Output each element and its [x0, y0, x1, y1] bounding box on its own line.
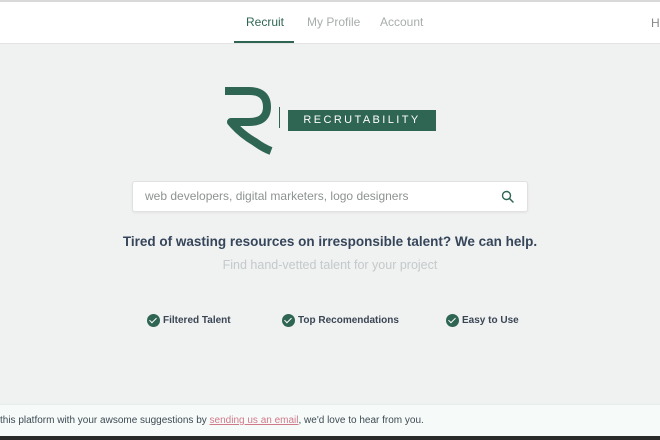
feedback-text-before: this platform with your awsome suggestio… [0, 415, 210, 426]
check-circle-icon [282, 314, 295, 327]
feature-filtered-talent: Filtered Talent [147, 314, 231, 328]
feedback-text: this platform with your awsome suggestio… [0, 415, 424, 426]
feature-label: Easy to Use [462, 315, 519, 326]
feature-top-recomendations: Top Recomendations [282, 314, 399, 328]
feedback-banner: this platform with your awsome suggestio… [0, 404, 660, 437]
tab-recruit[interactable]: Recruit [246, 15, 284, 29]
hero-headline: Tired of wasting resources on irresponsi… [122, 234, 538, 249]
check-circle-icon [147, 314, 160, 327]
search-input[interactable] [145, 185, 485, 207]
taskbar-strip [0, 436, 660, 440]
feature-label: Filtered Talent [163, 315, 231, 326]
brand-logo: RECRUTABILITY [219, 86, 441, 158]
nav-cutoff-item[interactable]: H [651, 16, 660, 30]
tab-my-profile[interactable]: My Profile [307, 15, 360, 29]
logo-wordmark: RECRUTABILITY [288, 110, 436, 131]
check-circle-icon [446, 314, 459, 327]
search-bar [132, 181, 528, 212]
email-link[interactable]: sending us an email [210, 415, 299, 426]
feature-easy-to-use: Easy to Use [446, 314, 519, 328]
recrutability-r-logo-icon [225, 87, 273, 155]
feature-label: Top Recomendations [298, 315, 399, 326]
tab-account[interactable]: Account [380, 15, 423, 29]
search-icon[interactable] [501, 190, 514, 208]
active-tab-indicator [234, 41, 294, 43]
feedback-text-after: , we'd love to hear from you. [298, 415, 424, 426]
top-navbar: Recruit My Profile Account H [0, 2, 660, 44]
logo-divider [279, 107, 280, 128]
hero-subline: Find hand-vetted talent for your project [222, 258, 438, 272]
